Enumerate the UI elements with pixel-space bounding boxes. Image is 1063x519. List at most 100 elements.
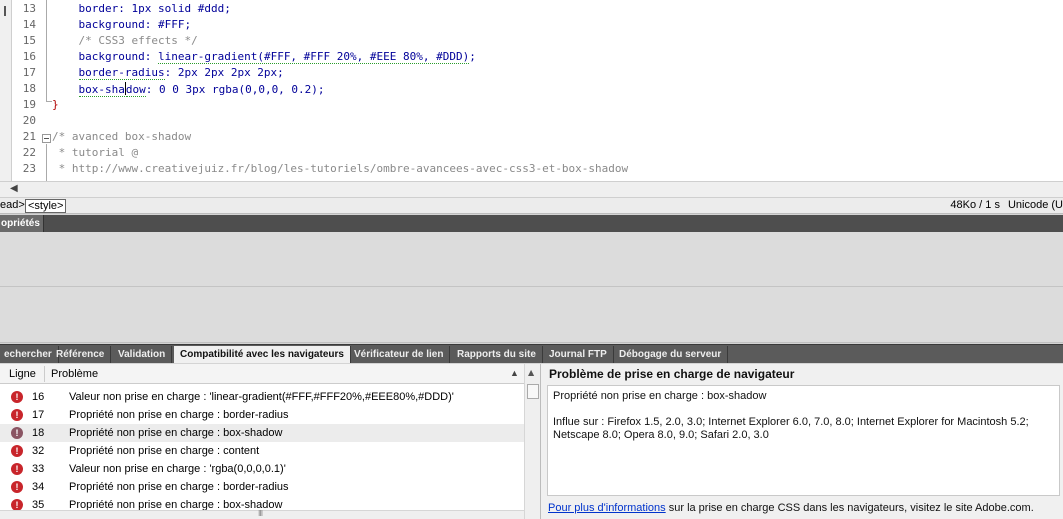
column-separator[interactable] [44,366,45,382]
code-line-18: box-shadow: 0 0 3px rgba(0,0,0, 0.2); [52,82,1063,98]
tab-site-reports[interactable]: Rapports du site [451,346,543,363]
detail-property: Propriété non prise en charge : box-shad… [553,390,767,402]
code-line-13: border: 1px solid #ddd; [52,2,1063,18]
detail-footer: Pour plus d'informations sur la prise en… [548,502,1034,514]
properties-panel-body [0,232,1063,343]
tab-reference[interactable]: Référence [50,346,112,363]
css-separator: : [144,50,158,63]
code-editor[interactable]: 13 14 15 16 17 18 19 20 21 22 23 border:… [0,0,1063,181]
row-line-number: 18 [32,427,45,439]
code-line-23: * http://www.creativejuiz.fr/blog/les-tu… [52,162,1063,178]
code-line-14: background: #FFF; [52,18,1063,34]
line-number: 17 [22,66,36,79]
row-message: Propriété non prise en charge : border-r… [69,481,289,493]
error-icon: ! [11,481,23,493]
tab-server-debug[interactable]: Débogage du serveur [613,346,729,363]
line-number: 21 [22,130,36,143]
error-icon: ! [11,445,23,457]
list-horizontal-scrollbar[interactable]: III [0,509,524,519]
line-number: 15 [22,34,36,47]
row-message: Valeur non prise en charge : 'rgba(0,0,0… [69,463,286,475]
row-message: Propriété non prise en charge : content [69,445,260,457]
error-icon: ! [11,427,23,439]
list-header: Ligne Problème ▲ [0,364,524,384]
css-value-unsupported: linear-gradient(#FFF, #FFF 20%, #EEE 80%… [157,50,470,64]
line-number: 19 [22,98,36,111]
sort-arrow-icon[interactable]: ▲ [510,368,519,378]
tab-browser-compatibility[interactable]: Compatibilité avec les navigateurs [174,346,351,363]
error-icon: ! [11,409,23,421]
tab-ftp-log[interactable]: Journal FTP [543,346,614,363]
line-number: 18 [22,82,36,95]
row-message: Propriété non prise en charge : box-shad… [69,427,283,439]
code-line-16: background: linear-gradient(#FFF, #FFF 2… [52,50,1063,66]
collapse-icon[interactable] [42,134,51,143]
list-vertical-scrollbar[interactable]: ▲ [524,364,540,519]
code-line-21: /* avanced box-shadow [52,130,1063,146]
error-icon: ! [11,391,23,403]
code-text[interactable]: border: 1px solid #ddd; background: #FFF… [52,2,1063,178]
line-number: 22 [22,146,36,159]
row-line-number: 34 [32,481,45,493]
error-icon: ! [11,463,23,475]
css-brace: } [52,98,59,111]
tab-link-checker[interactable]: Vérificateur de lien [348,346,451,363]
css-property-unsupported: border-radius [78,66,165,80]
column-header-problem[interactable]: Problème [51,368,98,380]
arrow-up-icon[interactable]: ▲ [528,368,534,377]
breakpoint-gutter[interactable] [0,0,12,181]
table-row[interactable]: ! 32 Propriété non prise en charge : conte… [0,442,524,460]
more-info-link[interactable]: Pour plus d'informations [548,502,666,514]
css-property: background [78,50,145,63]
line-number: 14 [22,18,36,31]
fold-guide [46,0,47,102]
table-row[interactable]: ! 33 Valeur non prise en charge : 'rgba(0,… [0,460,524,478]
code-line-15: /* CSS3 effects */ [52,34,1063,50]
table-row[interactable]: ! 17 Propriété non prise en charge : borde… [0,406,524,424]
line-number-column: 13 14 15 16 17 18 19 20 21 22 23 [12,2,36,178]
table-row-selected[interactable]: ! 18 Propriété non prise en charge : box-s… [0,424,524,442]
detail-affected-browsers: Influe sur : Firefox 1.5, 2.0, 3.0; Inte… [553,416,1029,441]
detail-title: Problème de prise en charge de navigateu… [549,367,795,381]
line-number: 23 [22,162,36,175]
code-line-17: border-radius: 2px 2px 2px 2px; [52,66,1063,82]
scrollbar-thumb[interactable] [527,384,539,399]
row-line-number: 17 [32,409,45,421]
arrow-left-icon[interactable]: ◀ [10,183,18,194]
document-size: 48Ko / 1 s [950,199,1000,211]
row-line-number: 16 [32,391,45,403]
row-line-number: 33 [32,463,45,475]
css-property-unsupported: box-sha [78,83,125,97]
detail-description: Propriété non prise en charge : box-shad… [547,385,1060,496]
tag-selector-style[interactable]: <style> [25,199,67,213]
css-comment: * http://www.creativejuiz.fr/blog/les-tu… [52,162,629,175]
document-status: 48Ko / 1 s Unicode (U [950,199,1063,211]
css-value: : 0 0 3px rgba(0,0,0, 0.2); [145,83,325,96]
css-property: background [78,18,145,31]
css-value: : 1px solid #ddd; [118,2,231,15]
line-number: 16 [22,50,36,63]
scrollbar-grip[interactable]: III [258,509,263,518]
line-number: 20 [22,114,36,127]
detail-footer-text: sur la prise en charge CSS dans les navi… [665,502,1034,514]
css-comment: /* avanced box-shadow [52,130,192,143]
table-row[interactable]: ! 16 Valeur non prise en charge : 'linear-… [0,388,524,406]
problems-list: Ligne Problème ▲ ! 16 Valeur non prise en … [0,364,541,519]
problem-rows: ! 16 Valeur non prise en charge : 'linear-… [0,388,524,514]
table-row[interactable]: ! 34 Propriété non prise en charge : borde… [0,478,524,496]
column-header-line[interactable]: Ligne [9,368,36,380]
properties-panel-header: opriétés [0,215,1063,232]
tab-validation[interactable]: Validation [112,346,173,363]
tab-properties[interactable]: opriétés [0,215,44,232]
tag-selector-head[interactable]: ead> [0,199,25,211]
tag-selector-bar: ead> <style> 48Ko / 1 s Unicode (U [0,198,1063,214]
css-property: border [78,2,119,15]
css-property-unsupported: dow [125,83,146,97]
row-message: Valeur non prise en charge : 'linear-gra… [69,391,454,403]
gutter-marker [4,6,6,16]
css-terminator: ; [469,50,476,63]
code-line-22: * tutorial @ [52,146,1063,162]
editor-horizontal-scrollbar[interactable]: ◀ [0,181,1063,198]
detail-pane: Problème de prise en charge de navigateu… [541,364,1063,519]
